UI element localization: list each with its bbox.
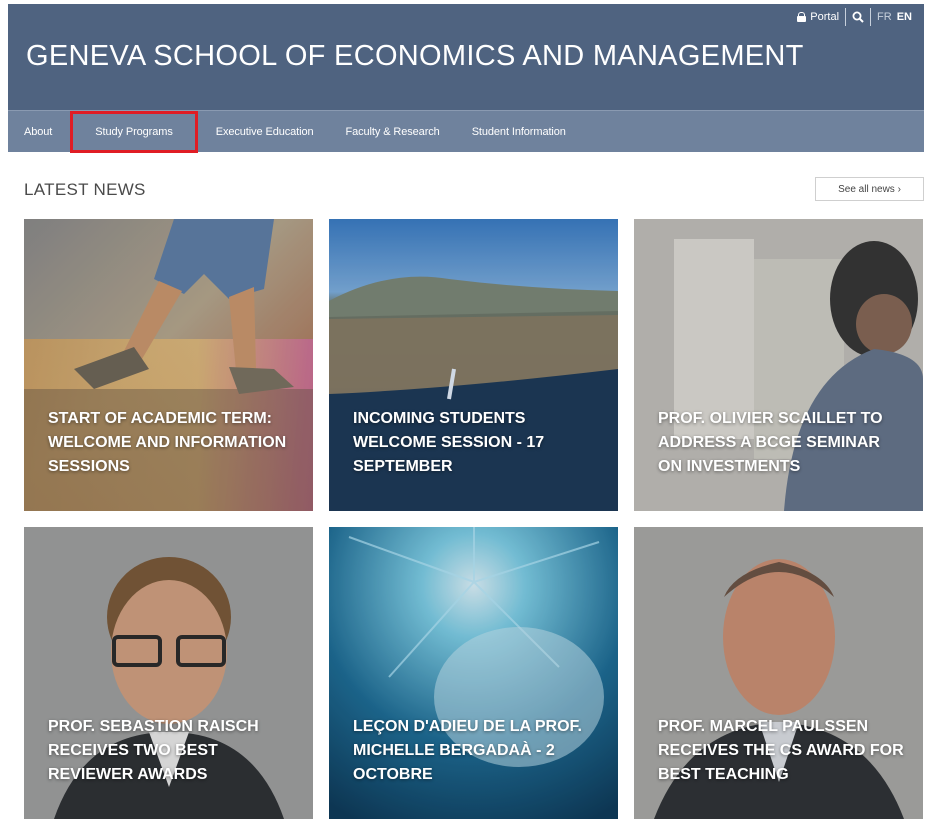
news-tile[interactable]: PROF. MARCEL PAULSSEN RECEIVES THE CS AW… <box>634 527 923 819</box>
nav-item-about[interactable]: About <box>8 111 68 153</box>
lang-fr-link[interactable]: FR <box>877 11 892 23</box>
main-nav: About Study Programs Executive Education… <box>8 110 924 153</box>
nav-item-study-programs[interactable]: Study Programs <box>70 110 198 153</box>
news-title[interactable]: INCOMING STUDENTS WELCOME SESSION - 17 S… <box>353 407 602 479</box>
news-tile[interactable]: START OF ACADEMIC TERM: WELCOME AND INFO… <box>24 219 313 511</box>
portal-label: Portal <box>810 11 840 23</box>
news-title[interactable]: PROF. SEBASTION RAISCH RECEIVES TWO BEST… <box>48 715 297 787</box>
news-tile[interactable]: INCOMING STUDENTS WELCOME SESSION - 17 S… <box>329 219 618 511</box>
search-icon <box>852 11 864 23</box>
see-all-news-button[interactable]: See all news › <box>815 177 924 201</box>
language-switcher: FR EN <box>871 8 918 26</box>
lock-icon <box>797 12 807 22</box>
nav-item-faculty-research[interactable]: Faculty & Research <box>330 111 456 153</box>
news-title[interactable]: LEÇON D'ADIEU DE LA PROF. MICHELLE BERGA… <box>353 715 602 787</box>
news-tile[interactable]: PROF. SEBASTION RAISCH RECEIVES TWO BEST… <box>24 527 313 819</box>
nav-item-executive-education[interactable]: Executive Education <box>200 111 330 153</box>
news-title[interactable]: START OF ACADEMIC TERM: WELCOME AND INFO… <box>48 407 297 479</box>
utility-bar: Portal FR EN <box>791 8 918 26</box>
site-header: Portal FR EN GENEVA SCHOOL OF ECONOMICS … <box>8 4 924 110</box>
search-button[interactable] <box>846 8 870 26</box>
site-title[interactable]: GENEVA SCHOOL OF ECONOMICS AND MANAGEMEN… <box>26 40 804 73</box>
news-title[interactable]: PROF. OLIVIER SCAILLET TO ADDRESS A BCGE… <box>658 407 907 479</box>
news-tile[interactable]: PROF. OLIVIER SCAILLET TO ADDRESS A BCGE… <box>634 219 923 511</box>
news-tile[interactable]: LEÇON D'ADIEU DE LA PROF. MICHELLE BERGA… <box>329 527 618 819</box>
lang-en-link[interactable]: EN <box>897 11 912 23</box>
section-title: LATEST NEWS <box>24 180 146 199</box>
news-title[interactable]: PROF. MARCEL PAULSSEN RECEIVES THE CS AW… <box>658 715 907 787</box>
portal-link[interactable]: Portal <box>791 8 845 26</box>
nav-item-student-information[interactable]: Student Information <box>456 111 582 153</box>
